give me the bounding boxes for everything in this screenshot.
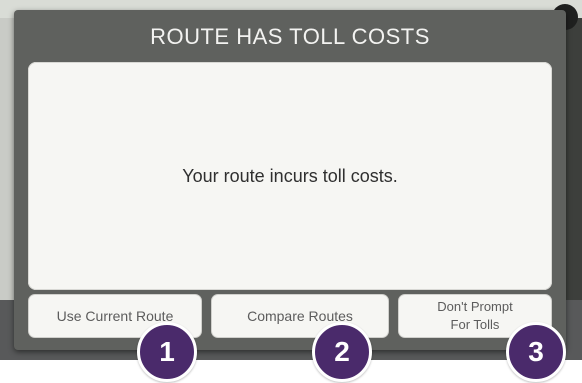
callout-badge-2: 2	[312, 322, 372, 382]
dialog-button-row: Use Current Route Compare Routes Don't P…	[28, 294, 552, 338]
dont-prompt-label-line2: For Tolls	[450, 317, 500, 332]
background-map-right	[566, 18, 582, 348]
dialog-message-panel: Your route incurs toll costs.	[28, 62, 552, 290]
dialog-message: Your route incurs toll costs.	[182, 165, 398, 186]
dont-prompt-label-line1: Don't Prompt	[437, 299, 513, 314]
callout-badge-3: 3	[506, 322, 566, 382]
toll-costs-dialog: ROUTE HAS TOLL COSTS Your route incurs t…	[14, 10, 566, 350]
dialog-title: ROUTE HAS TOLL COSTS	[150, 24, 430, 49]
callout-badge-1: 1	[137, 322, 197, 382]
